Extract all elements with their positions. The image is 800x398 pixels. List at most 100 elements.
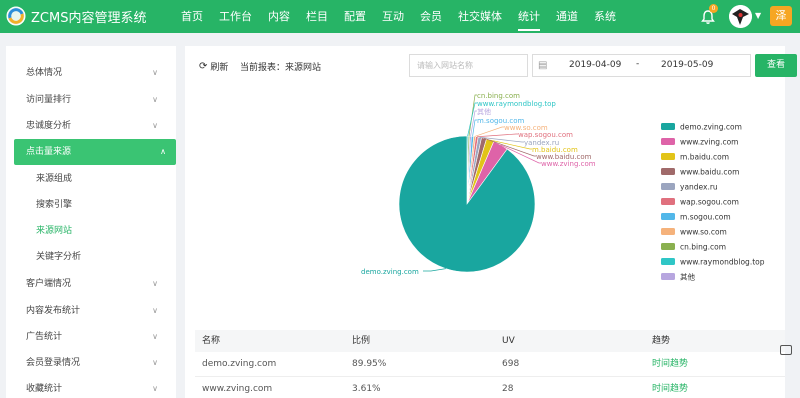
user-name-badge[interactable]: 泽 [770,6,792,26]
top-navbar: ZCMS内容管理系统 首页 工作台 内容 栏目 配置 互动 会员 社交媒体 统计 通道 系统 0 ▼… [0,0,800,33]
row-name: demo.zving.com [202,359,277,369]
chevron-down-icon: ∨ [152,358,158,367]
sidebar-subitem-source-website[interactable]: 来源网站 [6,218,176,244]
pie-label: cn.bing.com [477,92,520,100]
table-row: demo.zving.com 89.95% 698 时间趋势 [195,352,785,377]
chevron-down-icon: ∨ [152,306,158,315]
nav-item[interactable]: 社交媒体 [450,0,510,33]
sidebar-item-visit-ranking[interactable]: 访问量排行 ∨ [6,87,176,113]
legend-swatch[interactable] [661,228,675,235]
legend-label[interactable]: yandex.ru [680,183,718,192]
main-nav: 首页 工作台 内容 栏目 配置 互动 会员 社交媒体 统计 通道 系统 [173,0,624,33]
legend-label[interactable]: m.baidu.com [680,153,729,162]
source-website-pie-chart: cn.bing.com www.raymondblog.top 其他 m.sogou.… [361,92,765,282]
nav-item[interactable]: 互动 [374,0,412,33]
column-header-ratio: 比例 [352,336,371,346]
legend-label[interactable]: 其他 [680,272,695,282]
nav-item[interactable]: 统计 [510,0,548,33]
legend-swatch[interactable] [661,168,675,175]
sidebar-item-client[interactable]: 客户端情况 ∨ [6,271,176,297]
user-avatar[interactable] [729,5,752,28]
row-ratio: 89.95% [352,359,387,369]
trend-link[interactable]: 时间趋势 [652,352,688,377]
sidebar-item-label: 访问量排行 [26,95,72,105]
sidebar-item-label: 收藏统计 [26,384,63,394]
legend-label[interactable]: www.zving.com [680,138,738,147]
sidebar-subitem-label: 来源网站 [36,226,73,236]
chevron-down-icon: ∨ [152,279,158,288]
sidebar-item-overall[interactable]: 总体情况 ∨ [6,60,176,86]
pie-slice[interactable] [398,135,536,273]
sidebar-item-member-login[interactable]: 会员登录情况 ∨ [6,350,176,376]
main-panel: ⟳ 刷新 当前报表：来源网站 ▤ 2019-04-09 - 2019-05-09… [185,46,797,398]
nav-item[interactable]: 通道 [548,0,586,33]
legend-swatch[interactable] [661,213,675,220]
sidebar-item-click-source[interactable]: 点击量来源 ∧ [14,139,176,165]
legend-swatch[interactable] [661,138,675,145]
sidebar-item-loyalty[interactable]: 忠诚度分析 ∨ [6,113,176,139]
column-header-name: 名称 [202,336,221,346]
sidebar-item-label: 广告统计 [26,332,63,342]
zcms-logo-icon [6,6,26,26]
sidebar: 总体情况 ∨ 访问量排行 ∨ 忠诚度分析 ∨ 点击量来源 ∧ 来源组成 搜索引擎 来源网… [6,46,176,398]
notification-badge: 0 [709,4,718,13]
chevron-down-icon: ∨ [152,384,158,393]
sidebar-item-label: 客户端情况 [26,279,72,289]
leader-line [423,268,446,272]
leader-line [468,94,477,137]
column-header-trend: 趋势 [652,336,671,346]
legend-swatch[interactable] [661,243,675,250]
message-icon[interactable] [780,345,792,355]
chevron-up-icon: ∧ [160,147,166,156]
legend-label[interactable]: www.baidu.com [680,168,739,177]
legend-label[interactable]: demo.zving.com [680,123,742,132]
sidebar-item-favorites[interactable]: 收藏统计 ∨ [6,376,176,398]
row-ratio: 3.61% [352,384,381,394]
pie-label: demo.zving.com [361,268,419,276]
sidebar-item-label: 总体情况 [26,68,63,78]
legend-label[interactable]: cn.bing.com [680,243,726,252]
source-table: 名称 比例 UV 趋势 demo.zving.com 89.95% 698 时间… [195,330,785,398]
app-logo[interactable]: ZCMS内容管理系统 [6,6,146,26]
user-menu-chevron-icon[interactable]: ▼ [755,11,761,20]
legend-swatch[interactable] [661,123,675,130]
legend-label[interactable]: wap.sogou.com [680,198,739,207]
legend-swatch[interactable] [661,198,675,205]
nav-item[interactable]: 内容 [260,0,298,33]
nav-item[interactable]: 系统 [586,0,624,33]
sidebar-item-content-publish[interactable]: 内容发布统计 ∨ [6,298,176,324]
row-name: www.zving.com [202,384,273,394]
chevron-down-icon: ∨ [152,95,158,104]
legend-swatch[interactable] [661,153,675,160]
sidebar-item-ad-stats[interactable]: 广告统计 ∨ [6,324,176,350]
pie-label: www.zving.com [541,160,596,168]
sidebar-subitem-label: 关键字分析 [36,252,82,262]
sidebar-subitem-search-engine[interactable]: 搜索引擎 [6,192,176,218]
sidebar-item-label: 忠诚度分析 [26,121,72,131]
nav-item[interactable]: 会员 [412,0,450,33]
legend-swatch[interactable] [661,273,675,280]
sidebar-item-label: 内容发布统计 [26,306,81,316]
nav-item[interactable]: 首页 [173,0,211,33]
avatar-icon [729,5,752,28]
leader-line [467,102,477,137]
sidebar-item-label: 点击量来源 [26,147,72,157]
row-uv: 28 [502,384,514,394]
sidebar-subitem-source-composition[interactable]: 来源组成 [6,166,176,192]
column-header-uv: UV [502,336,515,346]
sidebar-subitem-keyword-analysis[interactable]: 关键字分析 [6,244,176,270]
table-row: www.zving.com 3.61% 28 时间趋势 [195,377,785,398]
nav-item[interactable]: 配置 [336,0,374,33]
trend-link[interactable]: 时间趋势 [652,377,688,398]
legend-label[interactable]: m.sogou.com [680,213,731,222]
legend-label[interactable]: www.raymondblog.top [680,258,765,267]
nav-item[interactable]: 工作台 [211,0,260,33]
legend-swatch[interactable] [661,258,675,265]
chevron-down-icon: ∨ [152,121,158,130]
legend-label[interactable]: www.so.com [680,228,727,237]
pie-label: wap.sogou.com [518,131,573,139]
sidebar-subitem-label: 搜索引擎 [36,200,73,210]
nav-item[interactable]: 栏目 [298,0,336,33]
legend-swatch[interactable] [661,183,675,190]
app-title: ZCMS内容管理系统 [31,10,147,26]
